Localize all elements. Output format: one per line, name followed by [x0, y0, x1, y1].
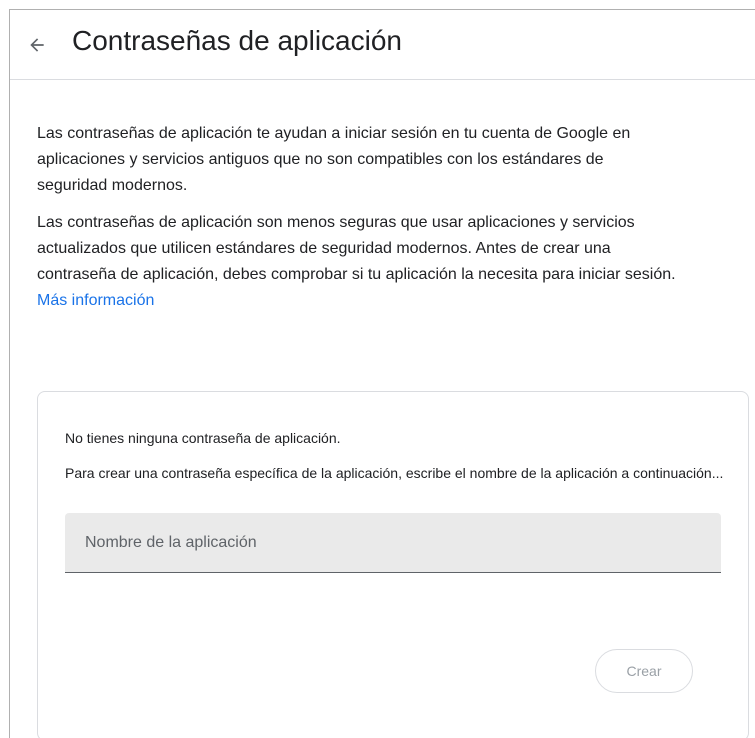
create-hint-text: Para crear una contraseña específica de …	[65, 465, 724, 481]
page-header: Contraseñas de aplicación	[10, 10, 755, 80]
app-name-field[interactable]	[65, 513, 721, 573]
learn-more-link[interactable]: Más información	[37, 288, 697, 314]
app-name-input[interactable]	[65, 513, 721, 572]
create-button[interactable]: Crear	[595, 649, 693, 693]
back-button[interactable]	[25, 33, 49, 57]
intro-paragraph-2: Las contraseñas de aplicación son menos …	[37, 214, 676, 283]
arrow-back-icon	[30, 38, 44, 52]
empty-state-text: No tienes ninguna contraseña de aplicaci…	[65, 430, 341, 446]
intro-section: Las contraseñas de aplicación te ayudan …	[37, 121, 697, 314]
app-password-card: No tienes ninguna contraseña de aplicaci…	[37, 391, 749, 738]
intro-paragraph-1: Las contraseñas de aplicación te ayudan …	[37, 125, 631, 194]
app-passwords-page: Contraseñas de aplicación Las contraseña…	[9, 9, 755, 738]
page-title: Contraseñas de aplicación	[72, 25, 402, 56]
